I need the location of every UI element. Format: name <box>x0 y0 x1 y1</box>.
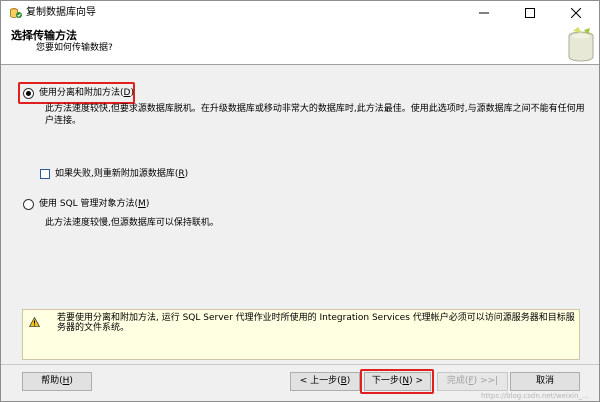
warning-text: 若要使用分离和附加方法, 运行 SQL Server 代理作业时所使用的 Int… <box>57 313 575 333</box>
window-title: 复制数据库向导 <box>26 7 96 18</box>
cancel-button[interactable]: 取消 <box>510 372 580 391</box>
wizard-window: 复制数据库向导 选择传输方法 您要如何传输数据? 使用分离和附加方法(D) 此方… <box>0 0 600 402</box>
warning-panel: 若要使用分离和附加方法, 运行 SQL Server 代理作业时所使用的 Int… <box>22 309 580 360</box>
back-button[interactable]: < 上一步(B) <box>290 372 360 391</box>
page-title: 选择传输方法 <box>11 29 77 42</box>
close-icon <box>571 8 581 18</box>
minimize-button[interactable] <box>461 1 507 25</box>
page-header: 选择传输方法 您要如何传输数据? <box>1 25 599 65</box>
footer-divider <box>1 364 599 365</box>
radio-button-unselected[interactable] <box>23 198 34 210</box>
close-button[interactable] <box>553 1 599 25</box>
reattach-label: 如果失败,则重新附加源数据库(R) <box>55 169 189 179</box>
database-wizard-icon <box>568 27 594 62</box>
warning-icon <box>29 317 40 327</box>
smo-method-radio[interactable]: 使用 SQL 管理对象方法(M) <box>23 196 149 212</box>
title-bar: 复制数据库向导 <box>1 1 599 25</box>
detach-attach-description: 此方法速度较快,但要求源数据库脱机。在升级数据库或移动非常大的数据库时,此方法最… <box>45 104 585 126</box>
next-button[interactable]: 下一步(N) > <box>364 372 431 391</box>
reattach-checkbox[interactable]: 如果失败,则重新附加源数据库(R) <box>40 166 188 182</box>
checkbox-unchecked[interactable] <box>40 169 50 179</box>
page-subtitle: 您要如何传输数据? <box>36 43 113 53</box>
radio-button-selected[interactable] <box>23 87 34 99</box>
maximize-icon <box>525 8 535 18</box>
detach-attach-radio[interactable]: 使用分离和附加方法(D) <box>23 85 134 101</box>
detach-attach-label: 使用分离和附加方法(D) <box>39 88 134 98</box>
maximize-button[interactable] <box>507 1 553 25</box>
watermark-text: https://blog.csdn.net/weixin_... <box>481 392 589 400</box>
finish-button[interactable]: 完成(F) >>| <box>437 372 508 391</box>
smo-method-label: 使用 SQL 管理对象方法(M) <box>39 199 150 209</box>
smo-method-description: 此方法速度较慢,但源数据库可以保持联机。 <box>45 218 219 228</box>
help-button[interactable]: 帮助(H) <box>22 372 92 391</box>
app-icon <box>10 8 22 18</box>
minimize-icon <box>479 12 489 14</box>
